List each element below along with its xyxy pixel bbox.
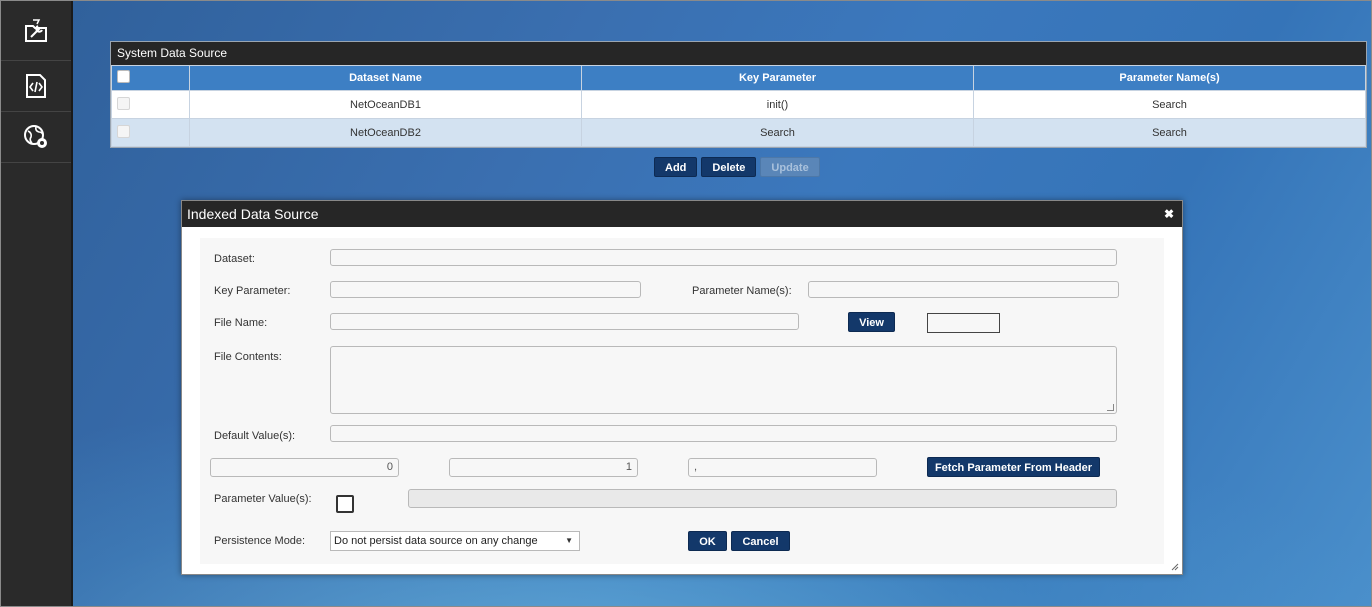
file-name-label: File Name:	[214, 317, 268, 329]
indexed-data-source-dialog: Indexed Data Source ✖ Dataset: Key Param…	[181, 200, 1183, 575]
dialog-form: Dataset: Key Parameter: Parameter Name(s…	[200, 238, 1164, 564]
persistence-mode-label: Persistence Mode:	[214, 535, 306, 547]
start-index-input[interactable]: 0	[210, 458, 399, 477]
dialog-title-bar[interactable]: Indexed Data Source ✖	[182, 201, 1182, 227]
table-row[interactable]: NetOceanDB1 init() Search	[111, 90, 1366, 119]
dialog-title: Indexed Data Source	[187, 206, 319, 222]
column-parameter-names[interactable]: Parameter Name(s)	[973, 65, 1366, 91]
row-checkbox[interactable]	[117, 124, 130, 138]
key-parameter-input[interactable]	[330, 281, 641, 298]
dataset-input[interactable]	[330, 249, 1117, 266]
parameter-names-label: Parameter Name(s):	[692, 285, 792, 297]
chevron-down-icon: ▼	[565, 536, 573, 545]
cell-key-parameter[interactable]: Search	[581, 118, 974, 147]
column-dataset-name[interactable]: Dataset Name	[189, 65, 582, 91]
app-window: System Data Source Dataset Name Key Para…	[0, 0, 1372, 607]
parameter-values-input[interactable]	[408, 489, 1117, 508]
persistence-mode-select[interactable]: Do not persist data source on any change…	[330, 531, 580, 551]
file-contents-label: File Contents:	[214, 351, 282, 363]
globe-settings-icon	[24, 125, 47, 148]
default-values-label: Default Value(s):	[214, 430, 296, 442]
resize-grip-icon[interactable]	[1171, 563, 1179, 571]
table-row[interactable]: NetOceanDB2 Search Search	[111, 118, 1366, 147]
ok-button[interactable]: OK	[688, 531, 727, 551]
code-file-icon	[26, 74, 46, 98]
parameter-values-checkbox[interactable]	[336, 495, 354, 513]
file-browse-box[interactable]	[927, 313, 1000, 333]
sidebar-item-tools[interactable]	[1, 1, 71, 61]
parameter-values-label: Parameter Value(s):	[214, 493, 312, 505]
close-icon[interactable]: ✖	[1164, 201, 1174, 227]
file-contents-textarea[interactable]	[330, 346, 1117, 414]
fetch-parameter-button[interactable]: Fetch Parameter From Header	[927, 457, 1100, 477]
select-all-header[interactable]	[111, 65, 190, 91]
sidebar-item-globe[interactable]	[1, 112, 71, 163]
select-all-checkbox[interactable]	[117, 70, 130, 83]
sidebar	[1, 1, 73, 606]
dataset-label: Dataset:	[214, 253, 255, 265]
key-parameter-label: Key Parameter:	[214, 285, 291, 297]
default-values-input[interactable]	[330, 425, 1117, 442]
view-button[interactable]: View	[848, 312, 895, 332]
cell-parameter-names[interactable]: Search	[973, 90, 1366, 119]
cell-dataset-name[interactable]: NetOceanDB2	[189, 118, 582, 147]
add-button[interactable]: Add	[654, 157, 698, 177]
grid-title: System Data Source	[111, 42, 1366, 65]
grid-action-buttons: Add Delete Update	[654, 157, 820, 177]
data-source-table: Dataset Name Key Parameter Parameter Nam…	[111, 65, 1366, 147]
row-checkbox[interactable]	[117, 96, 130, 110]
system-data-source-grid: System Data Source Dataset Name Key Para…	[110, 41, 1367, 148]
tools-folder-icon	[25, 18, 47, 42]
row-select-cell[interactable]	[111, 90, 190, 119]
increment-input[interactable]: 1	[449, 458, 638, 477]
cell-parameter-names[interactable]: Search	[973, 118, 1366, 147]
file-name-input[interactable]	[330, 313, 799, 330]
parameter-names-input[interactable]	[808, 281, 1119, 298]
sidebar-item-code[interactable]	[1, 61, 71, 112]
cell-dataset-name[interactable]: NetOceanDB1	[189, 90, 582, 119]
update-button[interactable]: Update	[760, 157, 820, 177]
delimiter-input[interactable]: ,	[688, 458, 877, 477]
persistence-mode-value: Do not persist data source on any change	[334, 535, 538, 547]
delete-button[interactable]: Delete	[701, 157, 757, 177]
row-select-cell[interactable]	[111, 118, 190, 147]
cell-key-parameter[interactable]: init()	[581, 90, 974, 119]
table-header-row: Dataset Name Key Parameter Parameter Nam…	[111, 65, 1366, 91]
cancel-button[interactable]: Cancel	[731, 531, 790, 551]
column-key-parameter[interactable]: Key Parameter	[581, 65, 974, 91]
